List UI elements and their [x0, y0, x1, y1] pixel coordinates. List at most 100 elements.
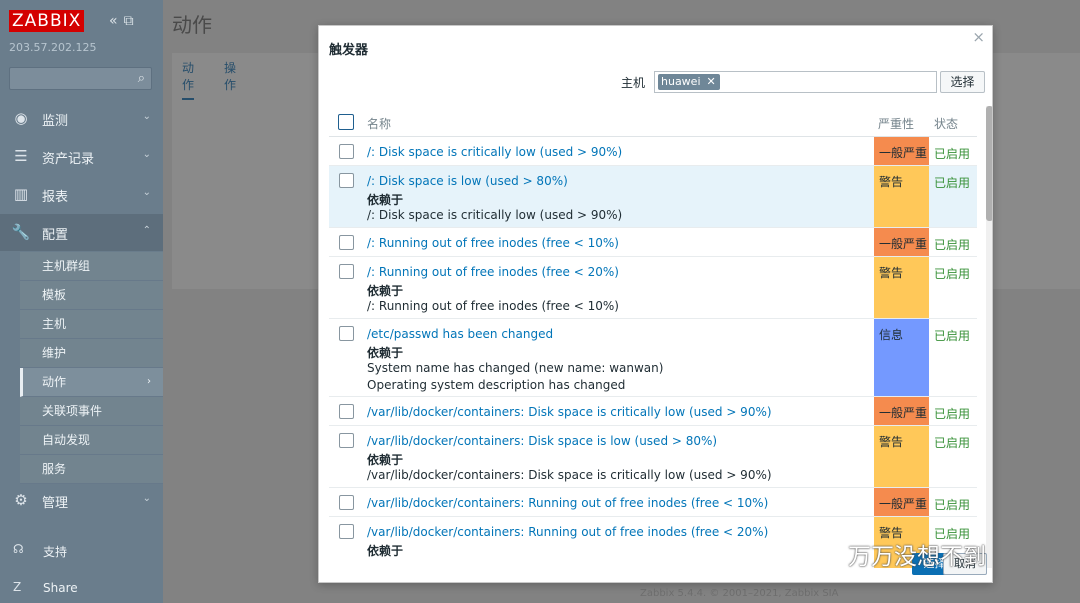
dependency-text: /: Running out of free inodes (free < 10… [367, 299, 619, 313]
main-panel-right [993, 53, 1080, 289]
row-checkbox[interactable] [339, 433, 354, 448]
tab-action[interactable]: 动作 [182, 59, 195, 100]
trigger-table: 名称 严重性 状态 /: Disk space is critically lo… [329, 106, 977, 568]
nav-label: 报表 [42, 190, 69, 205]
subnav-templates[interactable]: 模板 [20, 281, 163, 310]
subnav-event-correlation[interactable]: 关联项事件 [20, 397, 163, 426]
nav-inventory[interactable]: ☰ 资产记录 ⌄ [0, 138, 163, 175]
severity-cell: 一般严重 [874, 488, 929, 516]
gear-icon: ⚙ [14, 491, 28, 509]
table-row[interactable]: /etc/passwd has been changed 依赖于 System … [329, 319, 977, 397]
config-submenu: 主机群组 模板 主机 维护 动作 › 关联项事件 自动发现 服务 [20, 252, 163, 484]
wrench-icon: 🔧 [11, 223, 31, 241]
table-row[interactable]: /: Disk space is critically low (used > … [329, 137, 977, 166]
status-cell: 已启用 [934, 329, 971, 343]
collapse-sidebar-icon[interactable]: « [109, 13, 118, 29]
trigger-link[interactable]: /var/lib/docker/containers: Disk space i… [367, 405, 772, 419]
scrollbar-thumb[interactable] [986, 106, 992, 221]
dependency-text: /var/lib/docker/containers: Disk space i… [367, 468, 772, 482]
status-cell: 已启用 [934, 238, 971, 252]
row-checkbox[interactable] [339, 235, 354, 250]
depends-label: 依赖于 [367, 284, 404, 298]
nav-support[interactable]: ☊ 支持 [0, 535, 163, 565]
close-icon[interactable]: × [972, 28, 985, 46]
chart-icon: ▥ [13, 185, 29, 203]
status-cell: 已启用 [934, 176, 971, 190]
scrollbar[interactable] [986, 106, 992, 568]
severity-cell: 警告 [874, 257, 929, 318]
subnav-label: 动作 [42, 375, 67, 389]
sidebar-search-input[interactable]: ⌕ [9, 67, 152, 90]
status-cell: 已启用 [934, 267, 971, 281]
chevron-right-icon: › [147, 376, 151, 387]
watermark-text: 万万没想不到 [848, 544, 986, 570]
trigger-picker-dialog: 触发器 × 主机 huawei ✕ 选择 名称 严重性 状态 /: Disk sp… [318, 25, 993, 583]
subnav-host-groups[interactable]: 主机群组 [20, 252, 163, 281]
select-all-checkbox[interactable] [338, 114, 354, 130]
status-cell: 已启用 [934, 498, 971, 512]
host-label: 主机 [621, 76, 646, 90]
nav-configuration[interactable]: 🔧 配置 ⌃ [0, 214, 163, 251]
host-multiselect[interactable]: huawei ✕ [654, 71, 937, 93]
table-row[interactable]: /: Running out of free inodes (free < 20… [329, 257, 977, 319]
kiosk-mode-icon[interactable]: ⧉ [124, 13, 134, 29]
severity-cell: 一般严重 [874, 228, 929, 256]
column-severity: 严重性 [878, 117, 915, 131]
subnav-hosts[interactable]: 主机 [20, 310, 163, 339]
subnav-discovery[interactable]: 自动发现 [20, 426, 163, 455]
table-row[interactable]: /: Running out of free inodes (free < 10… [329, 228, 977, 257]
depends-label: 依赖于 [367, 544, 404, 558]
depends-label: 依赖于 [367, 346, 404, 360]
search-icon[interactable]: ⌕ [138, 71, 145, 86]
severity-cell: 警告 [874, 166, 929, 227]
trigger-link[interactable]: /: Running out of free inodes (free < 10… [367, 236, 619, 250]
nav-label: 管理 [42, 496, 69, 511]
nav-monitoring[interactable]: ◉ 监测 ⌄ [0, 100, 163, 137]
sidebar: ZABBIX «⧉ 203.57.202.125 ⌕ ◉ 监测 ⌄ ☰ 资产记录… [0, 0, 163, 603]
depends-label: 依赖于 [367, 193, 404, 207]
nav-administration[interactable]: ⚙ 管理 ⌄ [0, 482, 163, 519]
row-checkbox[interactable] [339, 144, 354, 159]
sidebar-controls: «⧉ [109, 13, 140, 29]
row-checkbox[interactable] [339, 173, 354, 188]
column-name[interactable]: 名称 [367, 115, 391, 132]
host-tag: huawei ✕ [658, 74, 720, 90]
table-row[interactable]: /var/lib/docker/containers: Disk space i… [329, 426, 977, 488]
dependency-text: /: Disk space is critically low (used > … [367, 208, 623, 222]
trigger-link[interactable]: /etc/passwd has been changed [367, 327, 553, 341]
trigger-link[interactable]: /var/lib/docker/containers: Disk space i… [367, 434, 717, 448]
row-checkbox[interactable] [339, 495, 354, 510]
remove-tag-icon[interactable]: ✕ [707, 75, 716, 88]
host-select-button[interactable]: 选择 [940, 71, 985, 93]
severity-cell: 信息 [874, 319, 929, 396]
subnav-actions[interactable]: 动作 › [20, 368, 163, 397]
row-checkbox[interactable] [339, 524, 354, 539]
zabbix-logo[interactable]: ZABBIX [9, 10, 85, 32]
chevron-down-icon: ⌄ [142, 493, 151, 504]
trigger-link[interactable]: /var/lib/docker/containers: Running out … [367, 496, 768, 510]
dialog-title: 触发器 [329, 43, 369, 58]
page-title: 动作 [172, 13, 212, 37]
nav-share[interactable]: Z Share [0, 573, 163, 603]
trigger-link[interactable]: /: Disk space is low (used > 80%) [367, 174, 568, 188]
subnav-services[interactable]: 服务 [20, 455, 163, 484]
row-checkbox[interactable] [339, 404, 354, 419]
headset-icon: ☊ [13, 542, 24, 556]
trigger-link[interactable]: /var/lib/docker/containers: Running out … [367, 525, 768, 539]
row-checkbox[interactable] [339, 326, 354, 341]
row-checkbox[interactable] [339, 264, 354, 279]
chevron-up-icon: ⌃ [142, 225, 151, 236]
table-row[interactable]: /var/lib/docker/containers: Disk space i… [329, 397, 977, 426]
eye-icon: ◉ [14, 109, 28, 127]
status-cell: 已启用 [934, 436, 971, 450]
trigger-link[interactable]: /: Running out of free inodes (free < 20… [367, 265, 619, 279]
subnav-maintenance[interactable]: 维护 [20, 339, 163, 368]
table-row[interactable]: /var/lib/docker/containers: Running out … [329, 488, 977, 517]
nav-reports[interactable]: ▥ 报表 ⌄ [0, 176, 163, 213]
nav-label: Share [43, 581, 78, 595]
tab-operations[interactable]: 操作 [224, 59, 236, 93]
nav-label: 资产记录 [42, 152, 95, 167]
table-row[interactable]: /: Disk space is low (used > 80%) 依赖于 /:… [329, 166, 977, 228]
page-footer: Zabbix 5.4.4. © 2001–2021, Zabbix SIA [640, 588, 839, 599]
trigger-link[interactable]: /: Disk space is critically low (used > … [367, 145, 622, 159]
